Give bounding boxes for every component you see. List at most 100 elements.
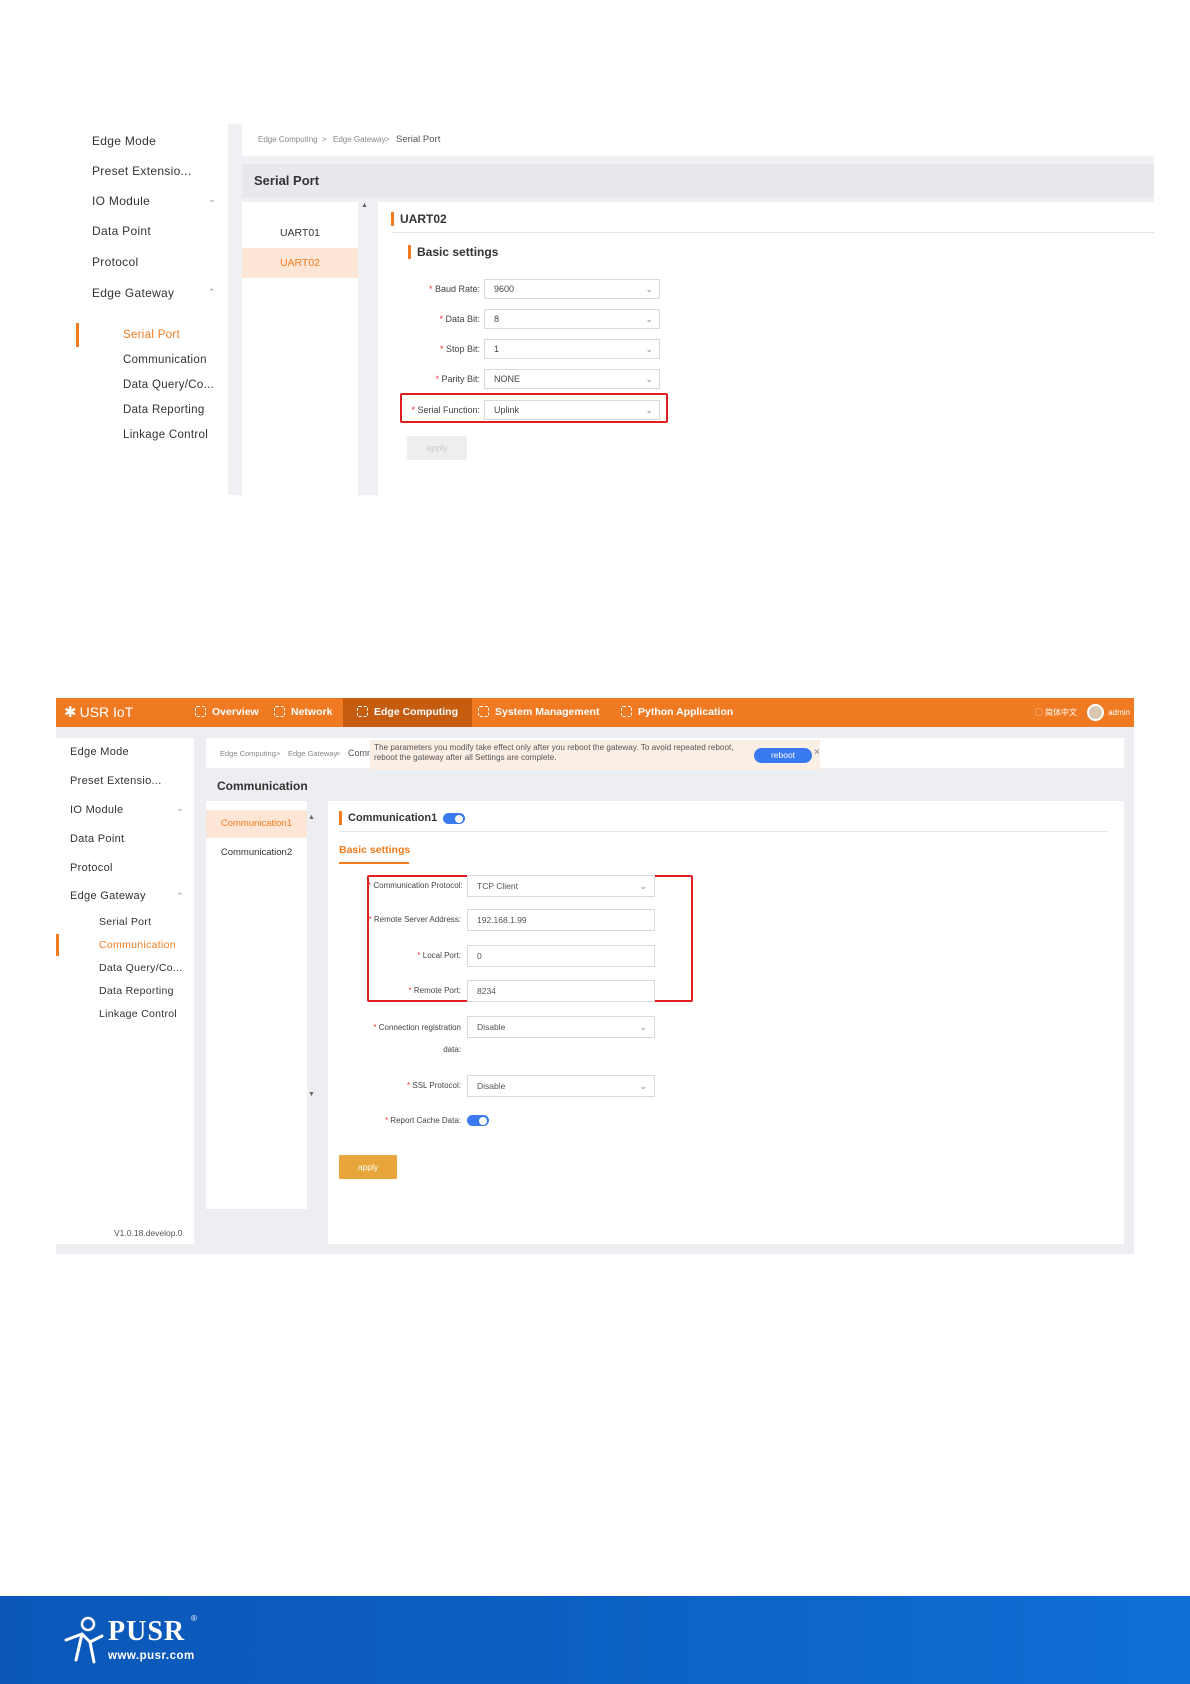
connection-registration-label: * Connection registration data: bbox=[348, 1017, 461, 1061]
remote-server-address-input[interactable]: 192.168.1.99 bbox=[467, 909, 655, 931]
channel-uart01[interactable]: UART01 bbox=[242, 218, 358, 248]
sidebar-item-linkage-control[interactable]: Linkage Control bbox=[123, 429, 208, 441]
tab-basic-settings[interactable]: Basic settings bbox=[339, 844, 410, 856]
breadcrumb-edge-gateway[interactable]: Edge Gateway bbox=[288, 749, 337, 758]
scroll-up-icon[interactable]: ▲ bbox=[308, 814, 315, 821]
version-label: V1.0.18.develop.0 bbox=[114, 1228, 183, 1238]
local-port-input[interactable]: 0 bbox=[467, 945, 655, 967]
scroll-down-icon[interactable]: ▼ bbox=[308, 1091, 315, 1098]
channel-uart02[interactable]: UART02 bbox=[242, 248, 358, 278]
communication-screenshot: ✱ USR IoT Overview Network Edge Computing… bbox=[56, 698, 1134, 1254]
chevron-down-icon: ⌄ bbox=[645, 374, 653, 384]
sidebar-item-edge-mode[interactable]: Edge Mode bbox=[92, 134, 156, 148]
connection-registration-select[interactable]: Disable ⌄ bbox=[467, 1016, 655, 1038]
notice-text: The parameters you modify take effect on… bbox=[374, 743, 734, 762]
page-title: Communication bbox=[217, 779, 308, 793]
channel-list: Communication1 Communication2 bbox=[206, 801, 307, 1209]
sidebar-item-edge-gateway[interactable]: Edge Gateway bbox=[70, 890, 146, 902]
sidebar-item-communication[interactable]: Communication bbox=[99, 939, 176, 951]
sidebar-item-data-point[interactable]: Data Point bbox=[92, 224, 151, 238]
data-bit-label-text: Data Bit: bbox=[445, 314, 480, 324]
sidebar-item-linkage-control[interactable]: Linkage Control bbox=[99, 1008, 177, 1020]
nav-network[interactable]: Network bbox=[266, 698, 340, 727]
language-switch[interactable]: ◯ 简体中文 bbox=[1035, 698, 1077, 727]
stop-bit-select[interactable]: 1 ⌄ bbox=[484, 339, 660, 359]
remote-server-address-label: * Remote Server Address: bbox=[368, 915, 461, 924]
scrollbar-track[interactable] bbox=[317, 801, 328, 1209]
avatar[interactable] bbox=[1087, 704, 1104, 721]
ssl-protocol-select[interactable]: Disable ⌄ bbox=[467, 1075, 655, 1097]
scroll-up-icon[interactable]: ▲ bbox=[361, 202, 368, 209]
sidebar-item-data-reporting[interactable]: Data Reporting bbox=[99, 985, 174, 997]
pusr-logo-icon bbox=[64, 1616, 104, 1664]
sidebar-item-data-query[interactable]: Data Query/Co... bbox=[123, 379, 214, 391]
baud-rate-label-text: Baud Rate: bbox=[434, 284, 480, 294]
footer: PUSR ® www.pusr.com bbox=[0, 1596, 1190, 1684]
footer-url[interactable]: www.pusr.com bbox=[108, 1650, 195, 1662]
divider bbox=[391, 232, 1154, 233]
username[interactable]: admin bbox=[1108, 698, 1130, 727]
remote-port-input[interactable]: 8234 bbox=[467, 980, 655, 1002]
required-mark: * bbox=[384, 1116, 389, 1125]
breadcrumb-edge-computing[interactable]: Edge Computing bbox=[220, 749, 276, 758]
communication-protocol-select[interactable]: TCP Client ⌄ bbox=[467, 875, 655, 897]
sidebar-item-protocol[interactable]: Protocol bbox=[70, 862, 113, 874]
nav-overview[interactable]: Overview bbox=[187, 698, 267, 727]
apply-button[interactable]: apply bbox=[407, 436, 467, 460]
title-bar: Serial Port bbox=[242, 164, 1154, 198]
network-icon bbox=[274, 705, 285, 717]
nav-system-management[interactable]: System Management bbox=[470, 698, 607, 727]
baud-rate-select[interactable]: 9600 ⌄ bbox=[484, 279, 660, 299]
sidebar: Edge Mode Preset Extensio... IO Module ⌄… bbox=[56, 738, 194, 1244]
report-cache-data-label-text: Report Cache Data: bbox=[390, 1116, 461, 1125]
active-indicator bbox=[76, 323, 79, 347]
data-bit-select[interactable]: 8 ⌄ bbox=[484, 309, 660, 329]
chevron-down-icon: ⌄ bbox=[208, 194, 216, 204]
apply-button[interactable]: apply bbox=[339, 1155, 397, 1179]
nav-edge-computing-label: Edge Computing bbox=[374, 706, 458, 718]
reboot-button[interactable]: reboot bbox=[754, 748, 812, 763]
required-mark: * bbox=[368, 915, 372, 924]
parity-bit-select[interactable]: NONE ⌄ bbox=[484, 369, 660, 389]
chevron-down-icon: ⌄ bbox=[639, 1081, 647, 1091]
sidebar-item-preset-extension[interactable]: Preset Extensio... bbox=[92, 164, 191, 178]
breadcrumb-edge-computing[interactable]: Edge Computing bbox=[258, 135, 318, 144]
overview-icon bbox=[195, 705, 206, 717]
sidebar-item-serial-port[interactable]: Serial Port bbox=[123, 329, 180, 341]
sidebar-item-io-module[interactable]: IO Module bbox=[92, 194, 150, 208]
sidebar-item-data-reporting[interactable]: Data Reporting bbox=[123, 404, 205, 416]
sidebar-item-io-module[interactable]: IO Module bbox=[70, 804, 123, 816]
brand-logo[interactable]: ✱ USR IoT bbox=[64, 698, 133, 727]
breadcrumb-edge-gateway[interactable]: Edge Gateway bbox=[333, 135, 385, 144]
connection-registration-value: Disable bbox=[477, 1022, 506, 1032]
sidebar-item-protocol[interactable]: Protocol bbox=[92, 255, 138, 269]
nav-python-application[interactable]: Python Application bbox=[613, 698, 741, 727]
sidebar-item-data-point[interactable]: Data Point bbox=[70, 833, 124, 845]
nav-edge-computing[interactable]: Edge Computing bbox=[343, 698, 472, 727]
remote-port-label: * Remote Port: bbox=[368, 986, 462, 995]
breadcrumb-separator: > bbox=[276, 749, 281, 758]
sidebar-item-edge-mode[interactable]: Edge Mode bbox=[70, 746, 129, 758]
breadcrumb: Edge Computing > Edge Gateway > Serial P… bbox=[242, 124, 1154, 156]
sidebar-item-edge-gateway[interactable]: Edge Gateway bbox=[92, 286, 174, 300]
channel-communication2[interactable]: Communication2 bbox=[206, 839, 307, 867]
close-icon[interactable]: × bbox=[814, 747, 820, 758]
chevron-down-icon: ⌄ bbox=[645, 284, 653, 294]
report-cache-data-toggle[interactable] bbox=[467, 1115, 489, 1126]
system-management-icon bbox=[478, 705, 489, 717]
nav-overview-label: Overview bbox=[212, 706, 259, 718]
section-enable-toggle[interactable] bbox=[443, 813, 465, 824]
communication-protocol-label: * Communication Protocol: bbox=[368, 881, 463, 890]
sidebar-item-serial-port[interactable]: Serial Port bbox=[99, 916, 151, 928]
sidebar-item-communication[interactable]: Communication bbox=[123, 354, 207, 366]
chevron-up-icon: ⌃ bbox=[208, 287, 216, 297]
connection-registration-label-text-2: data: bbox=[443, 1045, 461, 1054]
required-mark: * bbox=[428, 284, 433, 294]
remote-port-label-text: Remote Port: bbox=[413, 986, 461, 995]
sidebar-item-preset-extension[interactable]: Preset Extensio... bbox=[70, 775, 162, 787]
required-mark: * bbox=[439, 344, 444, 354]
sidebar-item-data-query[interactable]: Data Query/Co... bbox=[99, 962, 183, 974]
channel-communication1[interactable]: Communication1 bbox=[206, 810, 307, 838]
breadcrumb-separator: > bbox=[322, 135, 327, 144]
highlight-box bbox=[400, 393, 668, 423]
